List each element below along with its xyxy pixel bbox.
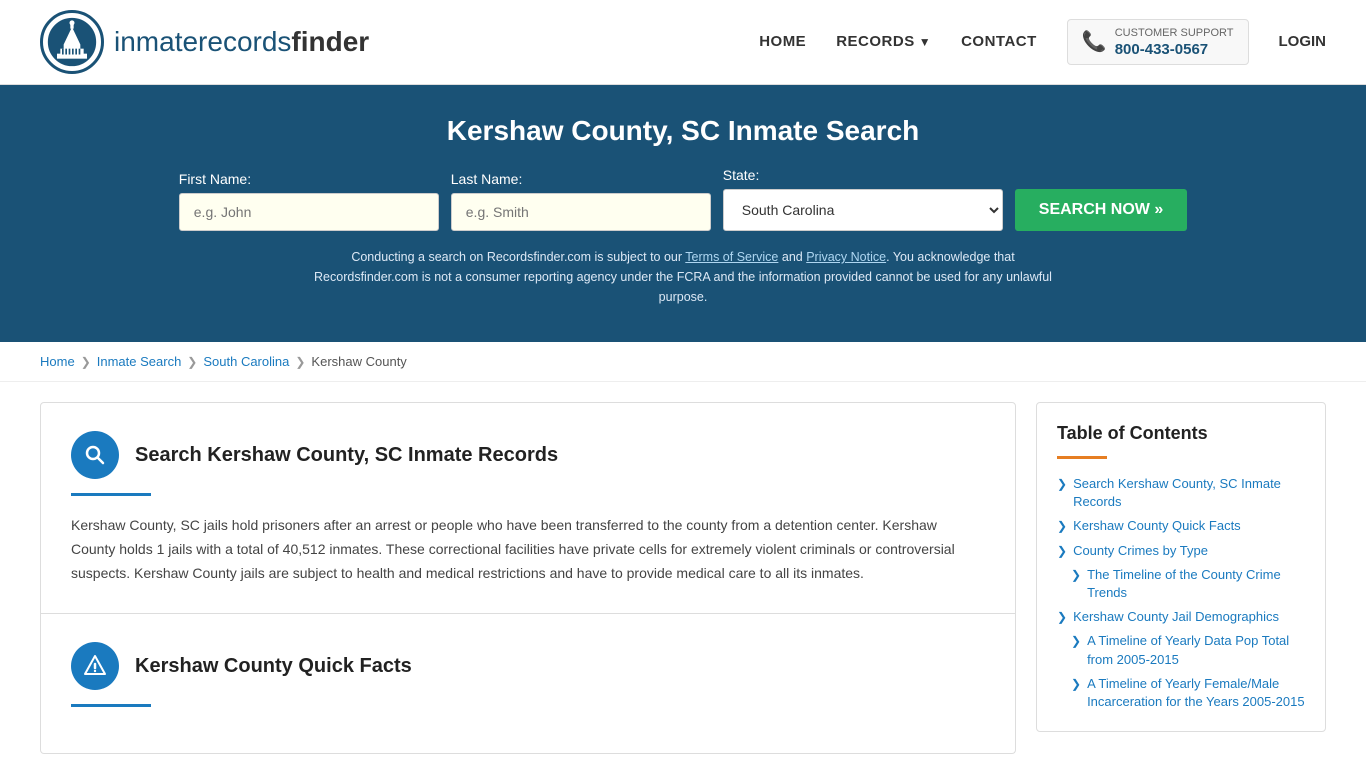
state-select[interactable]: South Carolina Alabama Alaska Arizona Ca… [723,189,1003,231]
phone-icon: 📞 [1082,29,1107,54]
support-info: CUSTOMER SUPPORT 800-433-0567 [1115,26,1234,57]
state-group: State: South Carolina Alabama Alaska Ari… [723,167,1003,231]
content-area: Search Kershaw County, SC Inmate Records… [40,402,1016,754]
toc-item-5: ❯ Kershaw County Jail Demographics [1057,608,1305,626]
last-name-label: Last Name: [451,171,523,187]
first-name-input[interactable] [179,193,439,231]
toc-link-5[interactable]: Kershaw County Jail Demographics [1073,608,1279,626]
section2-divider [71,704,151,707]
section1-header: Search Kershaw County, SC Inmate Records [71,431,985,479]
info-icon-circle [71,642,119,690]
breadcrumb-sep-2: ❯ [187,355,197,369]
support-box[interactable]: 📞 CUSTOMER SUPPORT 800-433-0567 [1067,19,1249,64]
section1-text: Kershaw County, SC jails hold prisoners … [71,514,985,585]
toc-link-1[interactable]: Search Kershaw County, SC Inmate Records [1073,475,1305,511]
toc-chevron-4: ❯ [1071,568,1081,582]
page-title: Kershaw County, SC Inmate Search [40,115,1326,147]
section2-title: Kershaw County Quick Facts [135,655,412,678]
toc-item-7: ❯ A Timeline of Yearly Female/Male Incar… [1057,675,1305,711]
toc-chevron-3: ❯ [1057,544,1067,558]
logo-area: inmaterecordsfinder [40,10,369,74]
nav-records[interactable]: RECORDS ▼ [836,33,931,50]
disclaimer-text: Conducting a search on Recordsfinder.com… [303,247,1063,307]
main-container: Search Kershaw County, SC Inmate Records… [0,382,1366,774]
breadcrumb-home[interactable]: Home [40,354,75,369]
main-nav: HOME RECORDS ▼ CONTACT 📞 CUSTOMER SUPPOR… [759,19,1326,64]
nav-home[interactable]: HOME [759,33,806,50]
toc-chevron-6: ❯ [1071,634,1081,648]
breadcrumb-county: Kershaw County [311,354,406,369]
toc-item-6: ❯ A Timeline of Yearly Data Pop Total fr… [1057,632,1305,668]
toc-link-4[interactable]: The Timeline of the County Crime Trends [1087,566,1305,602]
logo-icon [40,10,104,74]
section2-header: Kershaw County Quick Facts [71,642,985,690]
toc-item-2: ❯ Kershaw County Quick Facts [1057,517,1305,535]
toc-chevron-7: ❯ [1071,677,1081,691]
breadcrumb-state[interactable]: South Carolina [203,354,289,369]
toc-list: ❯ Search Kershaw County, SC Inmate Recor… [1057,475,1305,711]
last-name-group: Last Name: [451,171,711,231]
sidebar: Table of Contents ❯ Search Kershaw Count… [1036,402,1326,754]
toc-link-3[interactable]: County Crimes by Type [1073,542,1208,560]
section1-divider [71,493,151,496]
site-header: inmaterecordsfinder HOME RECORDS ▼ CONTA… [0,0,1366,85]
logo-text: inmaterecordsfinder [114,26,369,58]
search-icon-circle [71,431,119,479]
first-name-group: First Name: [179,171,439,231]
nav-login[interactable]: LOGIN [1279,33,1327,50]
search-form: First Name: Last Name: State: South Caro… [40,167,1326,231]
toc-chevron-1: ❯ [1057,477,1067,491]
breadcrumb-sep-1: ❯ [81,355,91,369]
toc-box: Table of Contents ❯ Search Kershaw Count… [1036,402,1326,732]
tos-link[interactable]: Terms of Service [685,250,778,264]
toc-item-1: ❯ Search Kershaw County, SC Inmate Recor… [1057,475,1305,511]
search-button[interactable]: SEARCH NOW » [1015,189,1187,231]
toc-link-7[interactable]: A Timeline of Yearly Female/Male Incarce… [1087,675,1305,711]
last-name-input[interactable] [451,193,711,231]
toc-item-4: ❯ The Timeline of the County Crime Trend… [1057,566,1305,602]
toc-chevron-2: ❯ [1057,519,1067,533]
toc-chevron-5: ❯ [1057,610,1067,624]
breadcrumb: Home ❯ Inmate Search ❯ South Carolina ❯ … [0,342,1366,382]
section-quick-facts: Kershaw County Quick Facts [40,614,1016,754]
toc-link-2[interactable]: Kershaw County Quick Facts [1073,517,1241,535]
state-label: State: [723,167,760,183]
section1-title: Search Kershaw County, SC Inmate Records [135,444,558,467]
toc-link-6[interactable]: A Timeline of Yearly Data Pop Total from… [1087,632,1305,668]
breadcrumb-sep-3: ❯ [295,355,305,369]
section-search-records: Search Kershaw County, SC Inmate Records… [40,402,1016,614]
toc-divider [1057,456,1107,459]
breadcrumb-inmate-search[interactable]: Inmate Search [97,354,182,369]
toc-title: Table of Contents [1057,423,1305,444]
nav-contact[interactable]: CONTACT [961,33,1037,50]
hero-section: Kershaw County, SC Inmate Search First N… [0,85,1366,342]
first-name-label: First Name: [179,171,251,187]
privacy-link[interactable]: Privacy Notice [806,250,886,264]
toc-item-3: ❯ County Crimes by Type [1057,542,1305,560]
